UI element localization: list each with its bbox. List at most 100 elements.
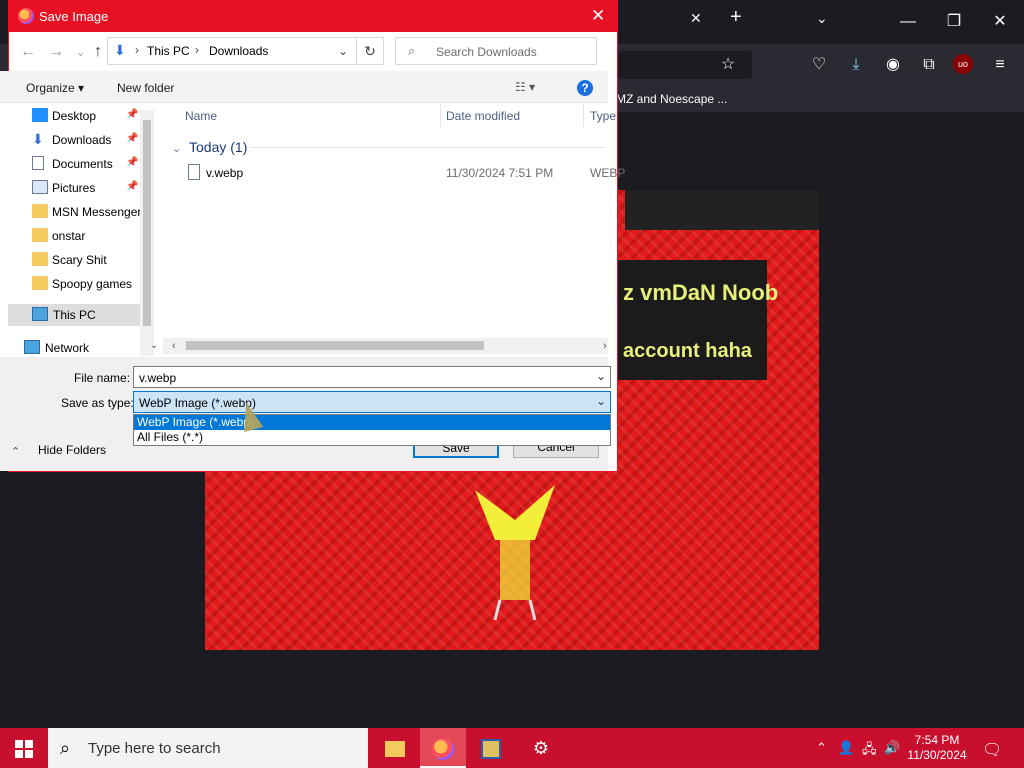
pin-icon: 📌 xyxy=(126,157,139,168)
ublock-icon[interactable]: uo xyxy=(953,54,973,74)
sidebar-item-this-pc[interactable]: This PC xyxy=(8,304,147,326)
hide-folders-button[interactable]: Hide Folders xyxy=(38,443,106,457)
address-dropdown-chevron-icon[interactable]: ⌄ xyxy=(338,44,348,58)
image-text-line-1: z vmDaN Noob xyxy=(623,280,779,305)
new-tab-button[interactable]: + xyxy=(730,6,742,29)
folder-icon xyxy=(32,204,48,218)
sidebar-item-desktop[interactable]: Desktop 📌 xyxy=(0,105,140,127)
scroll-down-icon[interactable]: ⌄ xyxy=(150,340,158,351)
minimize-button[interactable]: — xyxy=(888,8,928,36)
file-date-cell: 11/30/2024 7:51 PM xyxy=(446,166,554,180)
file-name-input[interactable]: v.webp ⌄ xyxy=(133,366,611,388)
column-divider[interactable] xyxy=(583,103,584,127)
downloads-icon: ⬇ xyxy=(32,131,44,147)
pin-icon: 📌 xyxy=(126,133,139,144)
account-icon[interactable]: ◉ xyxy=(882,54,904,76)
new-folder-button[interactable]: New folder xyxy=(117,81,174,95)
search-icon: ⌕ xyxy=(408,43,416,58)
chevron-down-icon[interactable]: ⌄ xyxy=(596,369,606,383)
chevron-down-icon[interactable]: ⌄ xyxy=(596,394,606,408)
pin-icon: 📌 xyxy=(126,109,139,120)
scroll-left-icon[interactable]: ‹ xyxy=(172,340,176,352)
sidebar-item-downloads[interactable]: ⬇ Downloads 📌 xyxy=(0,129,140,151)
back-arrow-icon[interactable]: ← xyxy=(20,43,36,61)
taskbar-clock[interactable]: 7:54 PM 11/30/2024 xyxy=(906,733,968,763)
firefox-taskbar-icon[interactable] xyxy=(420,728,466,768)
address-bar[interactable]: ⬇ › This PC › Downloads ⌄ xyxy=(107,37,357,65)
clock-time: 7:54 PM xyxy=(914,733,960,747)
dialog-title: Save Image xyxy=(39,9,109,24)
tab-close-icon[interactable]: ✕ xyxy=(690,10,702,27)
column-divider[interactable] xyxy=(440,103,441,127)
volume-icon[interactable]: 🔊 xyxy=(884,740,900,756)
tray-chevron-up-icon[interactable]: ⌃ xyxy=(816,740,827,756)
forward-arrow-icon[interactable]: → xyxy=(48,43,64,61)
folder-icon xyxy=(32,252,48,266)
notification-icon[interactable]: 🗨 xyxy=(982,740,1002,760)
address-downloads[interactable]: Downloads xyxy=(209,44,268,58)
taskbar-search[interactable]: ⌕ Type here to search xyxy=(48,728,368,768)
chevron-up-icon[interactable]: ⌃ xyxy=(11,445,20,458)
settings-gear-icon[interactable]: ⚙ xyxy=(518,728,564,768)
star-icon[interactable]: ☆ xyxy=(717,54,739,76)
pin-icon: 📌 xyxy=(126,181,139,192)
windows-start-icon[interactable] xyxy=(15,740,33,758)
image-text-line-2: account haha xyxy=(623,340,752,362)
dialog-close-icon[interactable]: ✕ xyxy=(591,6,605,26)
dropdown-option-all-files[interactable]: All Files (*.*) xyxy=(134,430,610,445)
scroll-right-icon[interactable]: › xyxy=(603,340,607,352)
group-header-today[interactable]: Today (1) xyxy=(189,139,247,155)
floppy-app-icon[interactable] xyxy=(468,728,514,768)
computer-icon xyxy=(32,307,48,321)
tray-people-icon[interactable]: 👤 xyxy=(838,740,854,756)
column-type[interactable]: Type xyxy=(590,109,616,123)
image-figure xyxy=(475,485,555,620)
menu-icon[interactable]: ≡ xyxy=(989,54,1011,76)
search-box[interactable]: ⌕ Search Downloads xyxy=(395,37,597,65)
sidebar-item-msn-messenger[interactable]: MSN Messenger xyxy=(0,201,141,223)
sidebar-item-pictures[interactable]: Pictures 📌 xyxy=(0,177,140,199)
sidebar-item-documents[interactable]: Documents 📌 xyxy=(0,153,140,175)
dialog-title-bar: Save Image ✕ xyxy=(9,1,617,32)
horizontal-scrollbar-thumb[interactable] xyxy=(186,341,484,350)
save-as-type-select[interactable]: WebP Image (*.webp) ⌄ xyxy=(133,391,611,413)
bookmark-item[interactable]: MZ and Noescape ... xyxy=(616,92,727,106)
file-type-cell: WEBP xyxy=(590,166,626,180)
file-name-label: File name: xyxy=(74,371,131,385)
desktop-icon xyxy=(32,108,48,122)
file-name-cell[interactable]: v.webp xyxy=(206,166,243,180)
webp-file-icon xyxy=(188,164,200,180)
pictures-icon xyxy=(32,180,48,194)
download-icon[interactable]: ⤓ xyxy=(845,54,867,76)
restore-button[interactable]: ❐ xyxy=(934,8,974,36)
sidebar-scrollbar-thumb[interactable] xyxy=(143,120,151,326)
organize-menu[interactable]: Organize ▾ xyxy=(26,81,84,95)
file-explorer-icon[interactable] xyxy=(372,728,418,768)
column-name[interactable]: Name xyxy=(185,109,217,123)
column-date-modified[interactable]: Date modified xyxy=(446,109,520,123)
network-icon xyxy=(24,340,40,354)
view-options-icon[interactable]: ☷ ▾ xyxy=(515,80,535,94)
folder-icon xyxy=(32,276,48,290)
up-arrow-icon[interactable]: ↑ xyxy=(94,43,102,61)
recent-chevron-icon[interactable]: ⌄ xyxy=(76,46,85,59)
sidebar-item-scary-shit[interactable]: Scary Shit xyxy=(0,249,140,271)
pocket-icon[interactable]: ♡ xyxy=(808,54,830,76)
network-tray-icon[interactable]: 🖧 xyxy=(862,740,877,762)
extensions-icon[interactable]: ⧉ xyxy=(918,54,940,76)
refresh-button[interactable]: ↻ xyxy=(356,37,384,65)
image-dark-region xyxy=(625,190,819,230)
address-this-pc[interactable]: This PC xyxy=(147,44,190,58)
dropdown-option-webp[interactable]: WebP Image (*.webp) xyxy=(134,415,610,430)
sidebar-item-network[interactable]: Network xyxy=(0,337,140,359)
group-divider xyxy=(250,147,605,148)
browser-close-button[interactable]: ✕ xyxy=(980,8,1020,36)
group-collapse-icon[interactable]: ⌄ xyxy=(172,142,181,155)
help-icon[interactable]: ? xyxy=(577,80,593,96)
documents-icon xyxy=(32,156,44,170)
sidebar-item-onstar[interactable]: onstar xyxy=(0,225,140,247)
tab-list-chevron-icon[interactable]: ⌄ xyxy=(816,10,828,27)
sidebar-item-spoopy-games[interactable]: Spoopy games xyxy=(0,273,140,295)
clock-date: 11/30/2024 xyxy=(907,748,967,762)
search-placeholder: Search Downloads xyxy=(436,45,537,59)
